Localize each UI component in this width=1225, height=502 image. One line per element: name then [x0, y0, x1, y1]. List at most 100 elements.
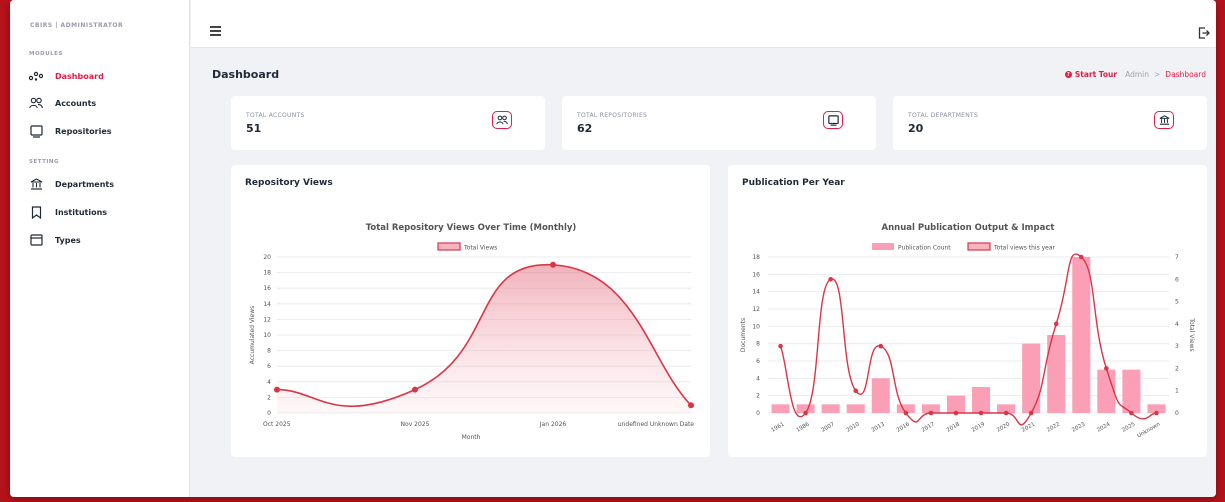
logout-icon[interactable] [1198, 24, 1210, 43]
repository-icon [29, 124, 43, 138]
x-tick-label: 2016 [896, 421, 912, 433]
data-point [853, 388, 859, 394]
data-point [550, 261, 556, 268]
legend-swatch [967, 242, 991, 251]
data-point [978, 410, 984, 416]
chart-title: Total Repository Views Over Time (Monthl… [366, 223, 577, 233]
y-tick-label: 18 [752, 254, 760, 261]
x-tick-label: 2018 [946, 421, 962, 433]
data-point [274, 386, 280, 393]
bar [846, 404, 865, 413]
stat-card-accounts: TOTAL ACCOUNTS 51 [231, 96, 545, 150]
sidebar-item-label: Institutions [55, 207, 108, 217]
start-tour-button[interactable]: ? Start Tour [1064, 70, 1117, 79]
data-point [1078, 254, 1084, 260]
area-fill [277, 264, 691, 413]
x-tick-label: Jan 2026 [539, 421, 567, 428]
sidebar-item-label: Accounts [55, 98, 97, 108]
data-point [1053, 321, 1059, 327]
x-tick-label: Nov 2025 [401, 421, 430, 428]
y-tick-label: 12 [752, 306, 760, 313]
data-point [828, 276, 833, 282]
panel-repository-views: Repository Views Total Repository Views … [231, 165, 710, 457]
y2-tick-label: 1 [1175, 388, 1179, 395]
y-tick-label: 6 [267, 363, 271, 370]
y-tick-label: 4 [267, 379, 271, 386]
main-content: Dashboard ? Start Tour Admin > Dashboard… [191, 0, 1216, 497]
sidebar-item-label: Dashboard [55, 71, 104, 81]
y2-tick-label: 4 [1175, 321, 1179, 328]
bar [1097, 369, 1116, 413]
bar [1072, 257, 1091, 413]
y-axis-label: Documents [740, 318, 747, 352]
y-tick-label: 2 [756, 393, 760, 400]
x-tick-label: 2010 [846, 421, 862, 433]
breadcrumb-admin[interactable]: Admin [1125, 70, 1149, 79]
bar [871, 378, 890, 413]
x-tick-label: 2019 [971, 421, 987, 433]
menu-icon[interactable] [210, 26, 221, 38]
section-title-modules: MODULES [29, 51, 63, 57]
data-point [1129, 410, 1134, 416]
x-tick-label: undefined Unknown Date [618, 421, 695, 428]
sidebar-item-types[interactable]: Types [10, 233, 189, 247]
sidebar-item-label: Departments [55, 179, 115, 189]
x-tick-label: 2017 [921, 421, 937, 433]
legend-label: Total views this year [993, 245, 1056, 252]
y-tick-label: 8 [267, 348, 271, 355]
legend-label: Total Views [463, 245, 497, 252]
y-tick-label: 6 [756, 358, 760, 365]
data-point [688, 402, 694, 409]
sidebar: CBIRS | ADMINISTRATOR MODULES Dashboard … [10, 0, 190, 497]
stat-card-repositories: TOTAL REPOSITORIES 62 [562, 96, 876, 150]
stat-value: 20 [908, 122, 924, 135]
users-icon [29, 96, 43, 110]
y2-tick-label: 5 [1175, 299, 1179, 306]
y-tick-label: 14 [263, 301, 271, 308]
y-tick-label: 2 [267, 394, 271, 401]
x-tick-label: 1986 [795, 421, 811, 433]
repository-icon [823, 111, 843, 129]
sidebar-item-label: Repositories [55, 126, 112, 136]
chart-title: Annual Publication Output & Impact [882, 223, 1055, 233]
data-point [953, 410, 959, 416]
y-tick-label: 10 [752, 323, 760, 330]
y2-tick-label: 2 [1175, 365, 1179, 372]
x-tick-label: 2023 [1071, 421, 1087, 433]
data-point [1003, 410, 1009, 416]
y2-tick-label: 0 [1175, 410, 1179, 417]
data-point [803, 410, 808, 416]
sidebar-item-repositories[interactable]: Repositories [10, 124, 189, 138]
panel-publication-per-year: Publication Per Year Annual Publication … [728, 165, 1207, 457]
sidebar-item-departments[interactable]: Departments [10, 177, 189, 191]
question-icon: ? [1064, 71, 1072, 78]
legend-swatch [872, 243, 894, 250]
data-point [1154, 410, 1159, 416]
bar [1022, 343, 1041, 413]
bar [972, 387, 991, 413]
users-icon [492, 111, 512, 129]
x-tick-label: 2007 [821, 421, 837, 433]
y-tick-label: 14 [752, 289, 760, 296]
sidebar-item-institutions[interactable]: Institutions [10, 205, 189, 219]
y2-tick-label: 6 [1175, 276, 1179, 283]
bar [946, 395, 965, 413]
x-tick-label: Unknown [1136, 421, 1162, 439]
sidebar-item-accounts[interactable]: Accounts [10, 96, 189, 110]
data-point [1028, 410, 1034, 416]
app-window: CBIRS | ADMINISTRATOR MODULES Dashboard … [10, 0, 1216, 497]
y-tick-label: 10 [263, 332, 271, 339]
data-point [1104, 366, 1109, 371]
y-tick-label: 8 [756, 341, 760, 348]
y-tick-label: 4 [756, 375, 760, 382]
x-tick-label: Oct 2025 [263, 421, 291, 428]
x-tick-label: 2022 [1046, 422, 1061, 434]
x-tick-label: 2024 [1096, 421, 1112, 433]
publication-chart: Annual Publication Output & Impact Public… [740, 223, 1195, 440]
legend-label: Publication Count [898, 245, 951, 252]
stat-label: TOTAL ACCOUNTS [246, 112, 305, 119]
y-tick-label: 0 [267, 410, 271, 417]
sidebar-item-dashboard[interactable]: Dashboard [10, 69, 189, 83]
breadcrumb: ? Start Tour Admin > Dashboard [1064, 70, 1206, 79]
y2-tick-label: 7 [1175, 254, 1179, 261]
